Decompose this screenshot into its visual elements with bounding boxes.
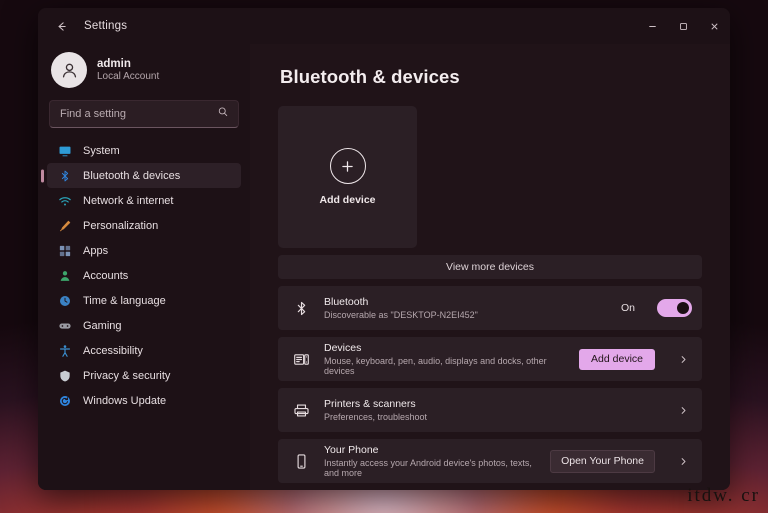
- settings-row-subtitle: Preferences, troubleshoot: [324, 412, 655, 422]
- plus-circle-icon: [330, 148, 366, 184]
- open-your-phone-button[interactable]: Open Your Phone: [550, 450, 655, 473]
- sidebar-item-network-internet[interactable]: Network & internet: [47, 188, 241, 213]
- page-title: Bluetooth & devices: [280, 66, 702, 88]
- sidebar-item-accounts[interactable]: Accounts: [47, 263, 241, 288]
- wifi-icon: [57, 193, 72, 208]
- title-bar: Settings: [38, 8, 730, 44]
- person-icon: [57, 268, 72, 283]
- sidebar-item-bluetooth-devices[interactable]: Bluetooth & devices: [47, 163, 241, 188]
- main-content: Bluetooth & devices Add device View more…: [250, 44, 730, 490]
- devices-icon: [292, 350, 311, 369]
- settings-row-bluetooth[interactable]: Bluetooth Discoverable as "DESKTOP-N2EI45…: [278, 286, 702, 330]
- sidebar-item-label: Network & internet: [83, 195, 173, 207]
- sidebar-item-label: Accounts: [83, 270, 128, 282]
- window-title: Settings: [84, 20, 127, 32]
- settings-row-text: Printers & scanners Preferences, troubles…: [324, 398, 655, 422]
- settings-row-text: Bluetooth Discoverable as "DESKTOP-N2EI45…: [324, 296, 608, 320]
- account-name: admin: [97, 58, 159, 70]
- accessibility-icon: [57, 343, 72, 358]
- search-input[interactable]: Find a setting: [49, 100, 239, 128]
- sidebar-item-system[interactable]: System: [47, 138, 241, 163]
- settings-row-your-phone[interactable]: Your Phone Instantly access your Android …: [278, 439, 702, 483]
- add-device-card-label: Add device: [319, 194, 375, 206]
- settings-row-text: Devices Mouse, keyboard, pen, audio, disp…: [324, 342, 566, 376]
- settings-row-printers-scanners[interactable]: Printers & scanners Preferences, troubles…: [278, 388, 702, 432]
- view-more-devices-label: View more devices: [446, 261, 534, 273]
- toggle-knob: [677, 302, 689, 314]
- sidebar-item-gaming[interactable]: Gaming: [47, 313, 241, 338]
- search-placeholder: Find a setting: [60, 108, 126, 120]
- sidebar-item-label: Accessibility: [83, 345, 143, 357]
- settings-row-title: Printers & scanners: [324, 398, 655, 410]
- search-icon: [217, 105, 229, 123]
- gamepad-icon: [57, 318, 72, 333]
- sidebar-item-time-language[interactable]: Time & language: [47, 288, 241, 313]
- sidebar-item-accessibility[interactable]: Accessibility: [47, 338, 241, 363]
- settings-row-subtitle: Discoverable as "DESKTOP-N2EI452": [324, 310, 608, 320]
- settings-window: Settings a: [38, 8, 730, 490]
- sidebar-item-label: Apps: [83, 245, 108, 257]
- paintbrush-icon: [57, 218, 72, 233]
- minimize-icon[interactable]: [637, 8, 668, 44]
- sidebar-item-label: Bluetooth & devices: [83, 170, 180, 182]
- bluetooth-icon: [292, 299, 311, 318]
- update-icon: [57, 393, 72, 408]
- settings-row-list: Bluetooth Discoverable as "DESKTOP-N2EI45…: [278, 286, 702, 490]
- settings-row-title: Your Phone: [324, 444, 537, 456]
- phone-icon: [292, 452, 311, 471]
- bluetooth-toggle[interactable]: [657, 299, 692, 317]
- view-more-devices-button[interactable]: View more devices: [278, 255, 702, 279]
- account-subtitle: Local Account: [97, 71, 159, 82]
- bluetooth-toggle-label: On: [621, 302, 635, 314]
- shield-icon: [57, 368, 72, 383]
- sidebar-item-personalization[interactable]: Personalization: [47, 213, 241, 238]
- back-arrow-icon[interactable]: [46, 11, 76, 41]
- sidebar-item-windows-update[interactable]: Windows Update: [47, 388, 241, 413]
- bluetooth-icon: [57, 168, 72, 183]
- settings-row-devices[interactable]: Devices Mouse, keyboard, pen, audio, disp…: [278, 337, 702, 381]
- sidebar-item-label: Windows Update: [83, 395, 166, 407]
- chevron-right-icon[interactable]: [674, 406, 692, 415]
- chevron-right-icon[interactable]: [674, 355, 692, 364]
- sidebar: admin Local Account Find a setting Syste…: [38, 44, 250, 490]
- sidebar-item-privacy-security[interactable]: Privacy & security: [47, 363, 241, 388]
- printer-icon: [292, 401, 311, 420]
- sidebar-item-label: Gaming: [83, 320, 122, 332]
- settings-row-title: Bluetooth: [324, 296, 608, 308]
- apps-icon: [57, 243, 72, 258]
- add-device-card[interactable]: Add device: [278, 106, 417, 248]
- settings-row-title: Devices: [324, 342, 566, 354]
- sidebar-item-label: Personalization: [83, 220, 158, 232]
- sidebar-item-label: System: [83, 145, 120, 157]
- clock-icon: [57, 293, 72, 308]
- settings-row-subtitle: Mouse, keyboard, pen, audio, displays an…: [324, 356, 566, 376]
- window-controls: [637, 8, 730, 44]
- maximize-icon[interactable]: [668, 8, 699, 44]
- chevron-right-icon[interactable]: [674, 457, 692, 466]
- close-icon[interactable]: [699, 8, 730, 44]
- sidebar-nav: System Bluetooth & devices Network & inter…: [47, 138, 241, 413]
- watermark: itdw. cr: [687, 485, 760, 507]
- settings-row-text: Your Phone Instantly access your Android …: [324, 444, 537, 478]
- account-block[interactable]: admin Local Account: [47, 44, 241, 100]
- sidebar-item-label: Privacy & security: [83, 370, 170, 382]
- avatar: [51, 52, 87, 88]
- settings-row-subtitle: Instantly access your Android device's p…: [324, 458, 537, 478]
- monitor-icon: [57, 143, 72, 158]
- add-device-button[interactable]: Add device: [579, 349, 655, 370]
- sidebar-item-apps[interactable]: Apps: [47, 238, 241, 263]
- sidebar-item-label: Time & language: [83, 295, 166, 307]
